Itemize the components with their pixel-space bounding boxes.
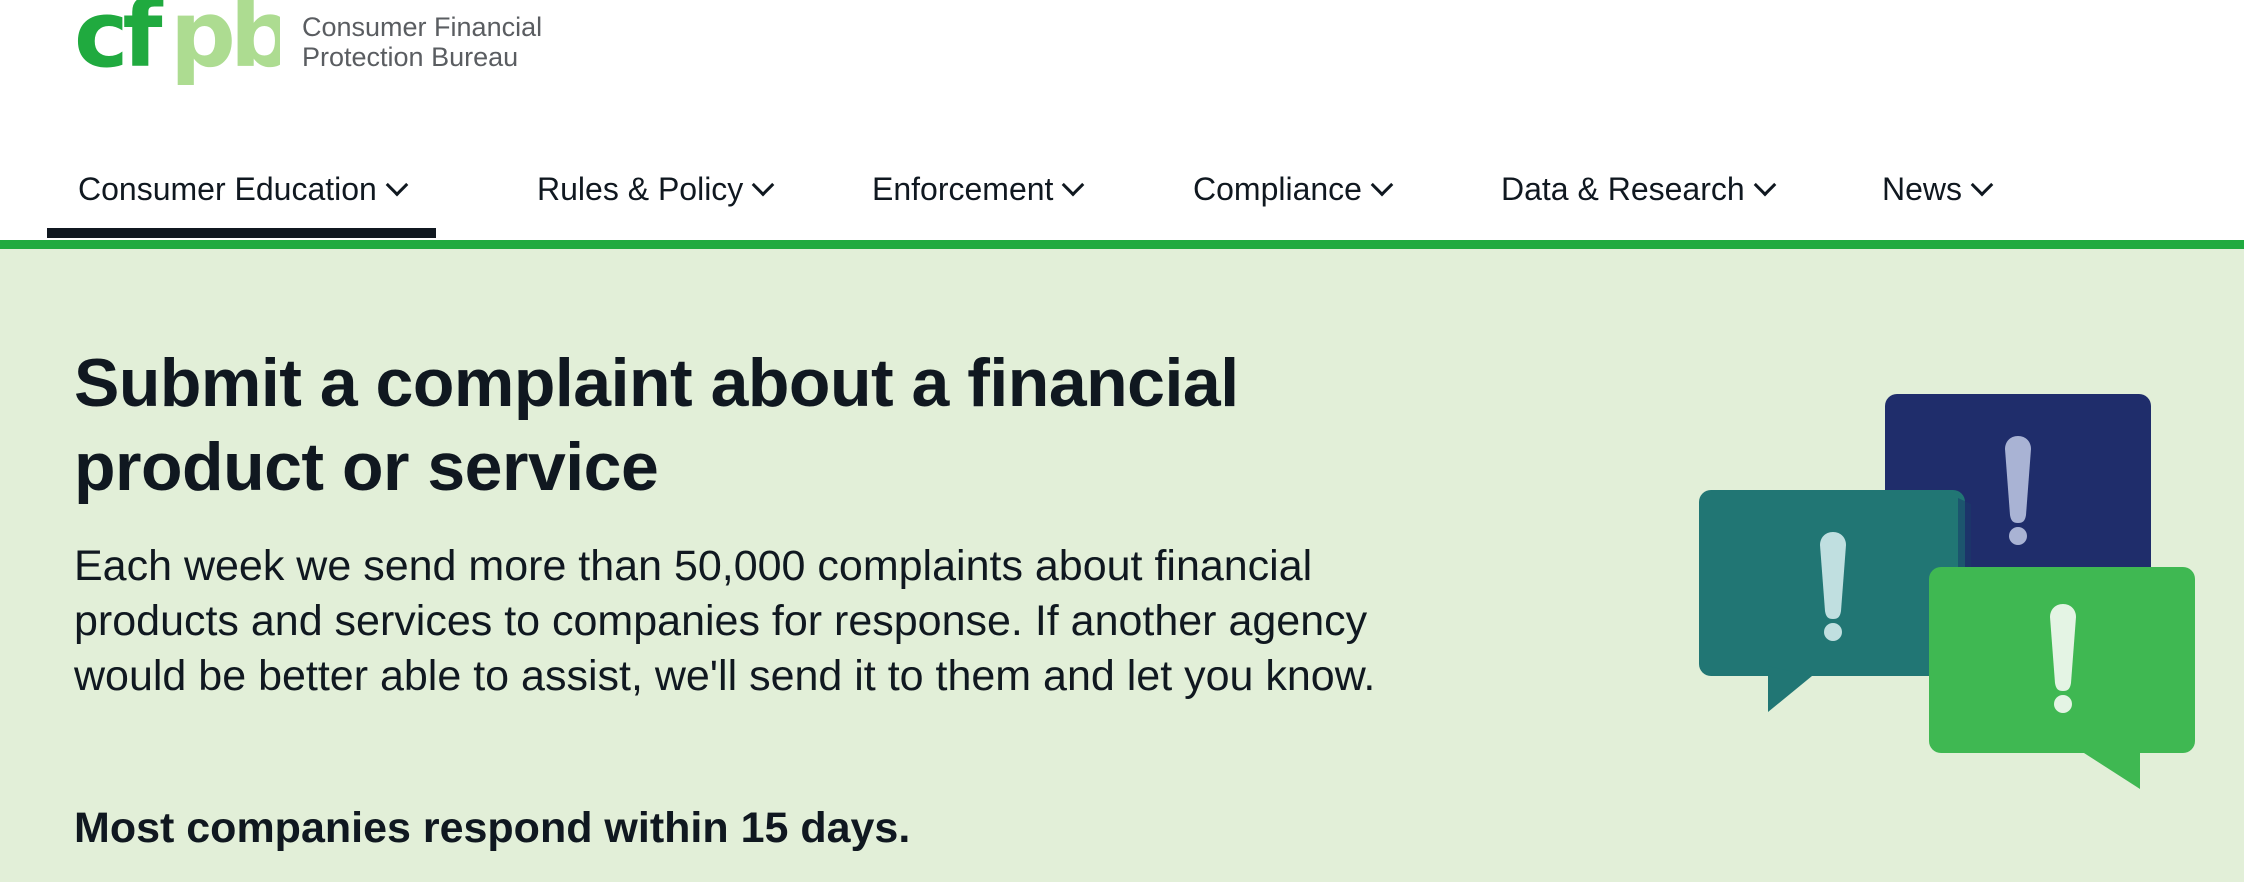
hero-description: Each week we send more than 50,000 compl… xyxy=(74,542,1376,700)
nav-item-label: News xyxy=(1882,170,1963,207)
chevron-down-icon xyxy=(1970,173,1994,197)
nav-divider xyxy=(0,240,2244,249)
active-nav-indicator xyxy=(47,228,436,238)
nav-item-rules-policy[interactable]: Rules & Policy xyxy=(537,168,775,210)
nav-item-compliance[interactable]: Compliance xyxy=(1193,168,1394,210)
chevron-down-icon xyxy=(385,173,409,197)
nav-item-label: Enforcement xyxy=(872,170,1054,207)
svg-text:pb: pb xyxy=(170,0,280,88)
nav-item-consumer-education[interactable]: Consumer Education xyxy=(78,168,409,210)
nav-item-news[interactable]: News xyxy=(1882,168,1994,210)
nav-item-label: Compliance xyxy=(1193,170,1362,207)
page-title: Submit a complaint about a financial pro… xyxy=(74,345,1239,505)
nav-item-label: Rules & Policy xyxy=(537,170,744,207)
cfpb-logo[interactable]: cf pb xyxy=(74,0,280,96)
chevron-down-icon xyxy=(1370,173,1394,197)
nav-item-label: Consumer Education xyxy=(78,170,377,207)
agency-wordmark: Consumer Financial Protection Bureau xyxy=(302,12,542,72)
complaint-bubbles-illustration xyxy=(1699,394,2195,789)
chevron-down-icon xyxy=(1062,173,1085,197)
response-time-note: Most companies respond within 15 days. xyxy=(74,804,911,852)
nav-item-enforcement[interactable]: Enforcement xyxy=(872,168,1085,210)
complaint-hero: Submit a complaint about a financial pro… xyxy=(0,249,2244,882)
svg-text:cf: cf xyxy=(74,0,164,88)
chevron-down-icon xyxy=(751,173,775,197)
chevron-down-icon xyxy=(1753,173,1776,197)
green-speech-bubble xyxy=(1929,567,2195,789)
wordmark-line-1: Consumer Financial xyxy=(302,12,543,42)
wordmark-line-2: Protection Bureau xyxy=(302,42,519,72)
nav-item-data-research[interactable]: Data & Research xyxy=(1501,168,1776,210)
cfpb-logo-mark: cf pb xyxy=(74,0,280,88)
nav-item-label: Data & Research xyxy=(1501,170,1745,207)
